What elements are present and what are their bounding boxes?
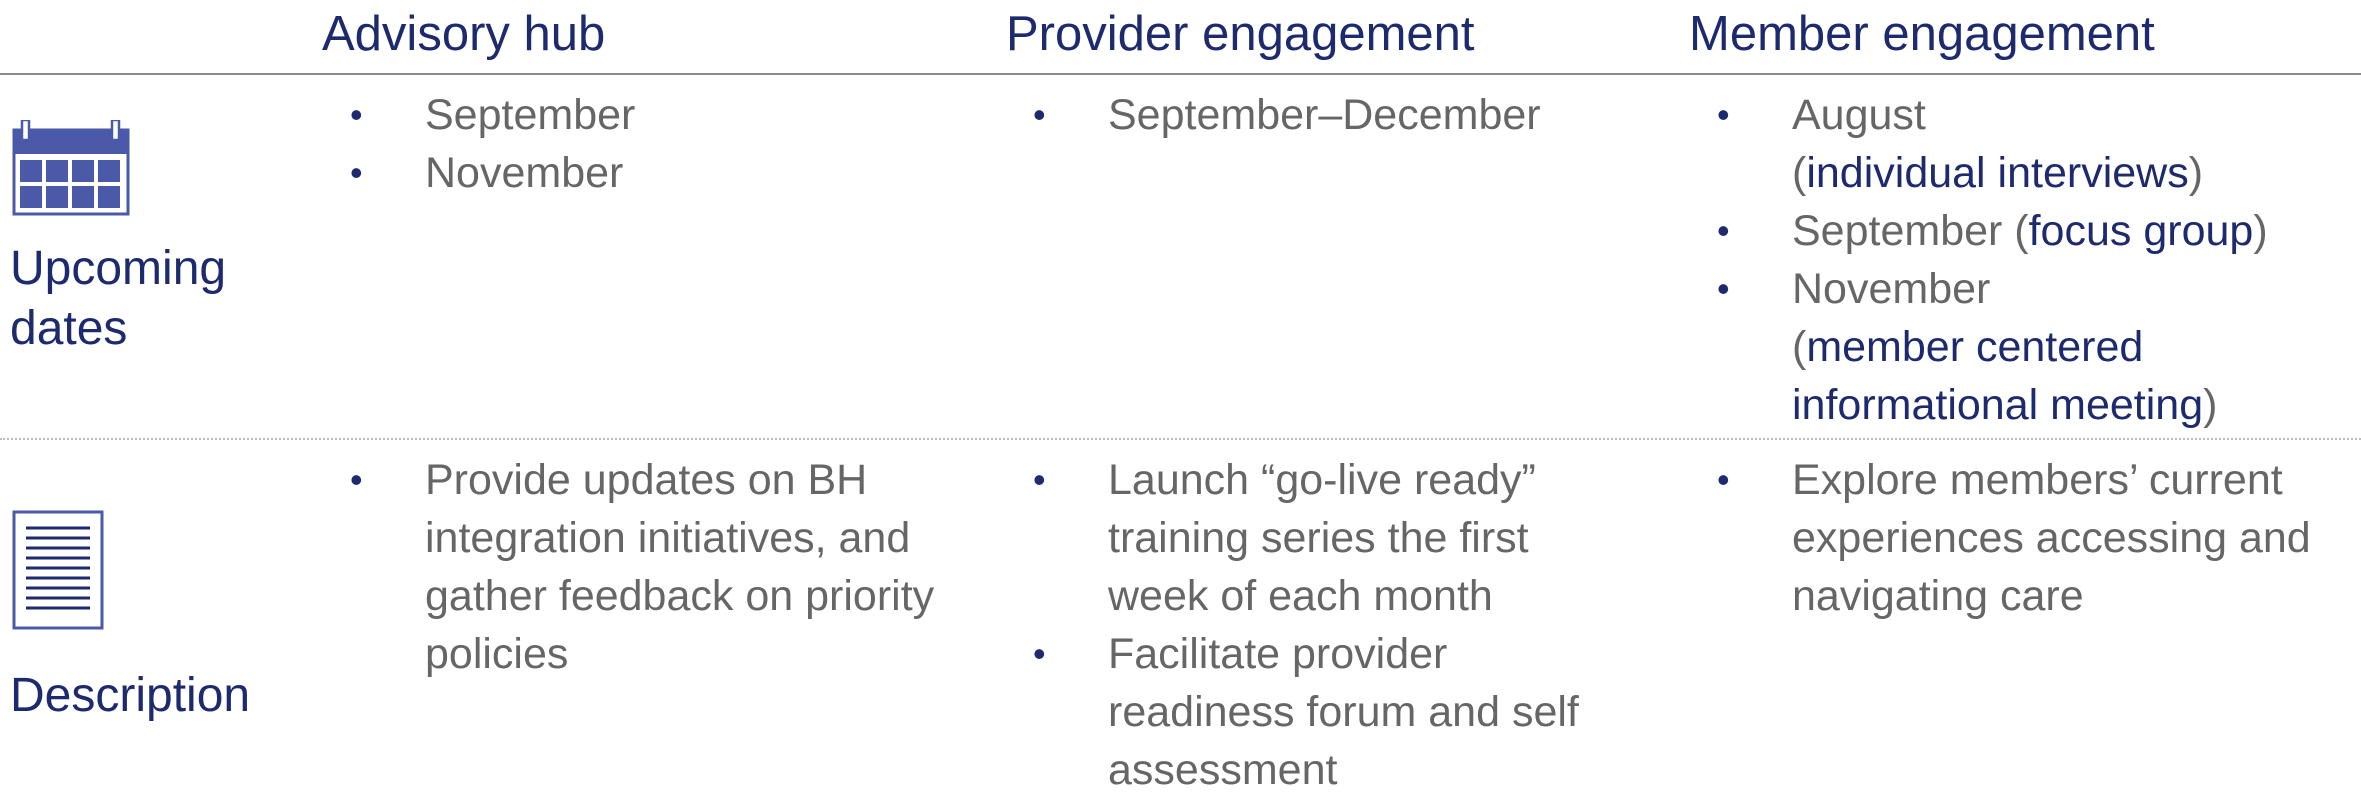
list-item: November [350,144,970,202]
header-divider [0,73,2361,75]
row-label-line: Upcoming [10,242,227,295]
row-label-line: dates [10,302,128,355]
list-item: Explore members’ current experiences acc… [1717,451,2357,625]
member-dates-list: August (individual interviews) September… [1717,86,2357,434]
event-type-text: individual interviews [1806,149,2189,197]
list-item: September (focus group) [1717,202,2357,260]
document-icon [12,510,104,630]
event-type-text: member centered [1806,323,2144,371]
calendar-icon [12,120,130,216]
event-type-text: informational meeting [1792,381,2204,429]
header-provider-engagement: Provider engagement [1006,7,1475,61]
paren-text: ( [1792,323,1807,371]
provider-description-list: Launch “go-live ready” training series t… [1033,451,1633,799]
list-item: September–December [1033,86,1653,144]
list-item: August (individual interviews) [1717,86,2357,202]
event-type-text: focus group [2028,207,2254,255]
list-item: Facilitate provider readiness forum and … [1033,625,1633,799]
slide: { "headers": { "advisory": "Advisory hub… [0,0,2361,794]
date-text: August [1792,91,1926,139]
paren-text: ( [1792,149,1807,197]
list-item: Launch “go-live ready” training series t… [1033,451,1633,625]
row-label-upcoming-dates: Upcoming dates [10,239,226,359]
list-item: Provide updates on BH integration initia… [350,451,940,683]
date-text: September ( [1792,207,2029,255]
date-text: November [1792,265,1991,313]
advisory-dates-list: September November [350,86,970,202]
list-item: September [350,86,970,144]
list-item: November (member centered informational … [1717,260,2357,434]
provider-dates-list: September–December [1033,86,1653,144]
paren-text: ) [2188,149,2204,197]
member-description-list: Explore members’ current experiences acc… [1717,451,2357,625]
header-advisory-hub: Advisory hub [322,7,606,61]
row-divider [0,438,2361,440]
row-label-description: Description [10,669,251,722]
paren-text: ) [2203,381,2218,429]
paren-text: ) [2253,207,2268,255]
advisory-description-list: Provide updates on BH integration initia… [350,451,940,683]
header-member-engagement: Member engagement [1689,7,2155,61]
